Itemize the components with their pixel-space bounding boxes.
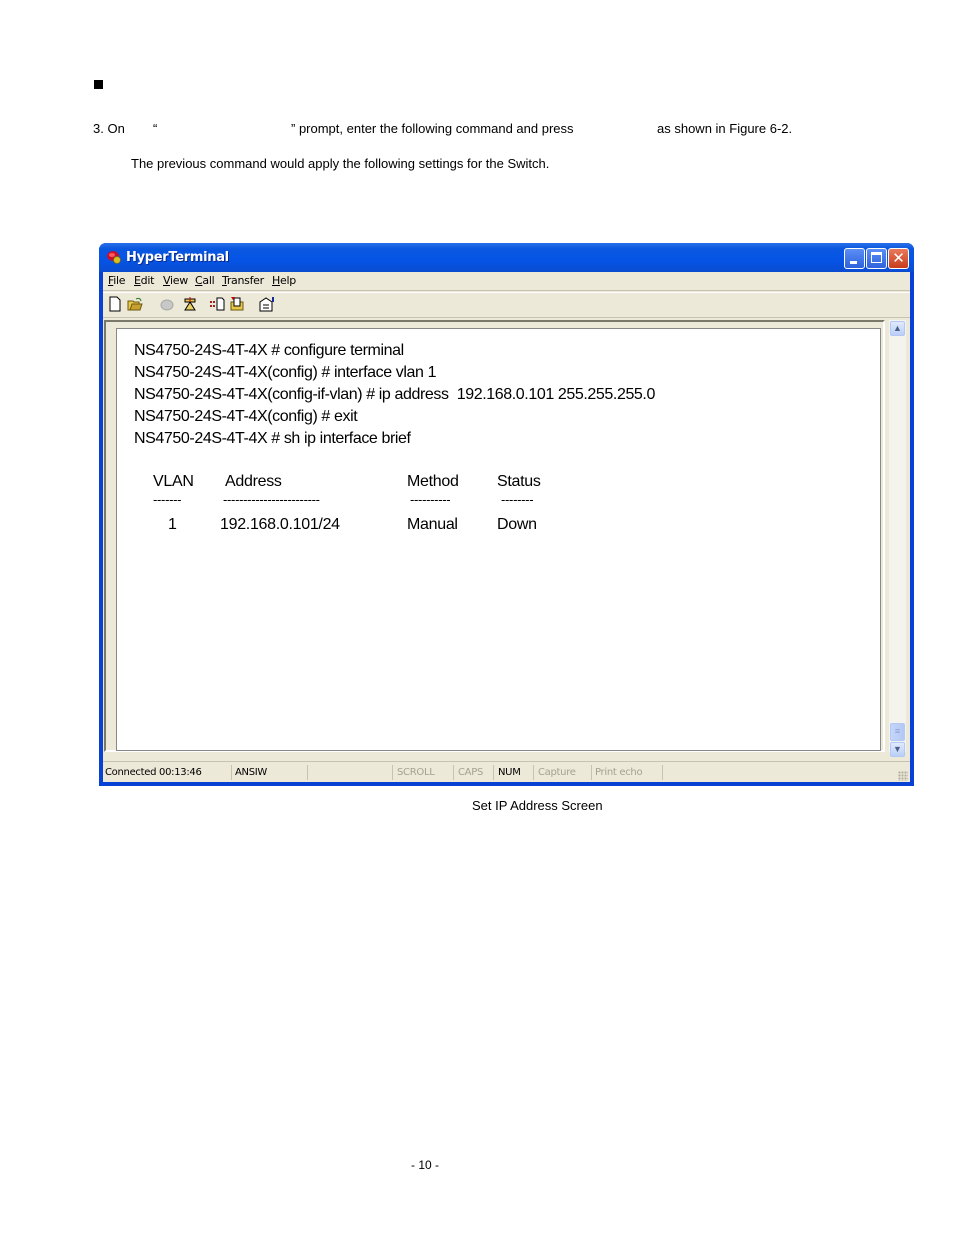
menu-view[interactable]: View <box>163 274 188 287</box>
status-num: NUM <box>496 765 534 780</box>
menu-transfer[interactable]: Transfer <box>222 274 264 287</box>
open-quote: “ <box>153 121 158 136</box>
hyperterminal-window: HyperTerminal ✕ File Edit View Call Tran… <box>99 243 914 786</box>
properties-icon[interactable] <box>259 296 275 312</box>
table-cell-method: Manual <box>407 516 458 533</box>
step-3-paragraph: 3. On “ ” prompt, enter the following co… <box>93 121 792 201</box>
table-separator: ---------- <box>410 492 451 507</box>
vertical-scrollbar[interactable]: ▲ ≡ ▼ <box>889 320 906 757</box>
table-cell-vlan: 1 <box>168 516 177 533</box>
terminal-line: NS4750-24S-4T-4X(config) # interface vla… <box>134 364 437 381</box>
send-icon[interactable] <box>209 296 225 312</box>
chevron-up-icon: ▲ <box>893 323 902 333</box>
status-blank <box>309 765 393 780</box>
table-header-vlan: VLAN <box>153 473 194 490</box>
open-icon[interactable] <box>127 296 143 312</box>
window-client: File Edit View Call Transfer Help NS4750… <box>103 272 910 782</box>
menu-call[interactable]: Call <box>195 274 215 287</box>
scroll-up-button[interactable]: ▲ <box>890 321 905 336</box>
note-paragraph: The previous command would apply the fol… <box>131 156 550 171</box>
scroll-thumb[interactable]: ≡ <box>890 723 905 741</box>
close-icon: ✕ <box>892 249 905 267</box>
resize-grip-icon[interactable] <box>898 771 908 781</box>
status-emulation: ANSIW <box>233 765 308 780</box>
step-number: 3. On <box>93 121 125 136</box>
table-cell-status: Down <box>497 516 537 533</box>
connect-icon[interactable] <box>159 296 175 312</box>
title-bar[interactable]: HyperTerminal ✕ <box>99 243 914 272</box>
status-print-echo: Print echo <box>593 765 663 780</box>
terminal-frame: NS4750-24S-4T-4X # configure terminal NS… <box>104 320 885 752</box>
table-separator: ------------------------ <box>223 492 320 507</box>
window-title: HyperTerminal <box>126 250 229 265</box>
new-icon[interactable] <box>107 296 123 312</box>
close-button[interactable]: ✕ <box>888 248 909 269</box>
table-header-address: Address <box>225 473 282 490</box>
terminal-line: NS4750-24S-4T-4X(config-if-vlan) # ip ad… <box>134 386 655 403</box>
menu-help[interactable]: Help <box>272 274 296 287</box>
status-capture: Capture <box>536 765 592 780</box>
status-caps: CAPS <box>456 765 494 780</box>
table-header-method: Method <box>407 473 459 490</box>
disconnect-icon[interactable] <box>182 296 198 312</box>
status-bar: Connected 00:13:46 ANSIW SCROLL CAPS NUM… <box>103 761 910 783</box>
table-header-status: Status <box>497 473 541 490</box>
table-separator: -------- <box>501 492 534 507</box>
toolbar <box>103 292 910 318</box>
scroll-down-button[interactable]: ▼ <box>890 742 905 757</box>
table-cell-address: 192.168.0.101/24 <box>220 516 340 533</box>
terminal-line: NS4750-24S-4T-4X # configure terminal <box>134 342 404 359</box>
step-text: ” prompt, enter the following command an… <box>291 121 574 136</box>
terminal-line: NS4750-24S-4T-4X # sh ip interface brief <box>134 430 411 447</box>
menu-bar: File Edit View Call Transfer Help <box>103 272 910 291</box>
terminal-line: NS4750-24S-4T-4X(config) # exit <box>134 408 358 425</box>
grip-icon: ≡ <box>894 726 901 736</box>
maximize-button[interactable] <box>866 248 887 269</box>
bullet-marker <box>94 80 103 89</box>
menu-edit[interactable]: Edit <box>134 274 154 287</box>
menu-file[interactable]: File <box>108 274 126 287</box>
chevron-down-icon: ▼ <box>893 744 902 754</box>
hyperterminal-phone-icon <box>107 251 121 264</box>
figure-caption: Set IP Address Screen <box>472 798 603 813</box>
status-scroll: SCROLL <box>395 765 454 780</box>
receive-icon[interactable] <box>229 296 245 312</box>
table-separator: ------- <box>153 492 182 507</box>
step-tail: as shown in Figure 6-2. <box>657 121 793 136</box>
minimize-button[interactable] <box>844 248 865 269</box>
terminal-screen[interactable]: NS4750-24S-4T-4X # configure terminal NS… <box>116 328 881 751</box>
page-number: - 10 - <box>411 1158 440 1172</box>
status-connected: Connected 00:13:46 <box>103 765 232 780</box>
